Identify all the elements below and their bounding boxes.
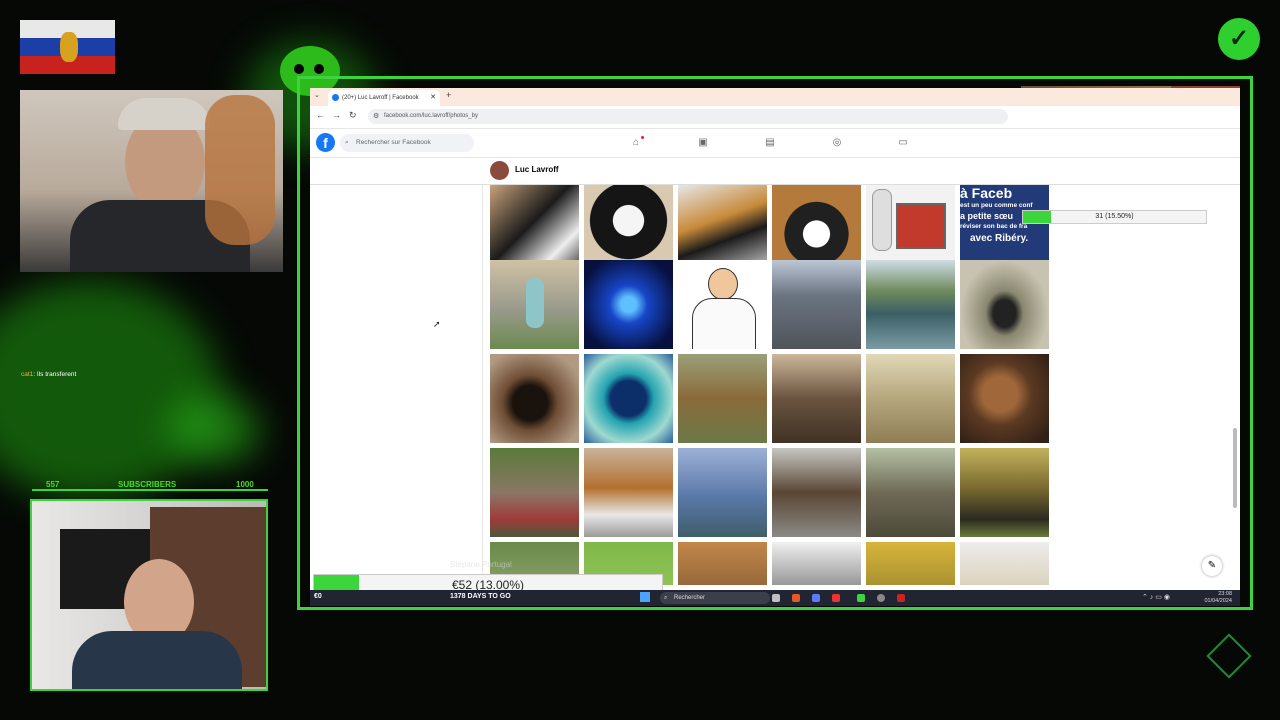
system-tray-icons[interactable]: ⌃ ♪ ▭ ◉ bbox=[1142, 593, 1170, 601]
app-icon-1[interactable] bbox=[812, 594, 820, 602]
photo-bear-wolf[interactable] bbox=[960, 448, 1049, 537]
clock-time: 23:08 bbox=[1218, 591, 1232, 597]
taskbar-search-label: Rechercher bbox=[674, 595, 706, 601]
photo-dog-jumping[interactable] bbox=[678, 354, 767, 443]
photo-bird-nest[interactable] bbox=[866, 354, 955, 443]
webcam-top-left bbox=[20, 90, 283, 272]
clock-date: 01/04/2024 bbox=[1204, 598, 1232, 604]
tab-bar: ⌄ (20+) Luc Lavroff | Facebook ✕ + bbox=[310, 88, 1240, 106]
new-tab-button[interactable]: + bbox=[446, 90, 451, 100]
search-icon: ⌕ bbox=[345, 139, 349, 146]
groups-icon[interactable]: ◎ bbox=[831, 137, 843, 149]
donation-days-left: 1378 DAYS TO GO bbox=[450, 593, 511, 600]
windows-start-icon[interactable] bbox=[640, 592, 650, 602]
webcam-bottom-left bbox=[30, 499, 268, 691]
notification-dot-icon bbox=[641, 136, 644, 139]
viewer-goal-progress: 31 (15.50%) bbox=[1022, 210, 1207, 224]
file-explorer-icon[interactable] bbox=[772, 594, 780, 602]
gaming-icon[interactable]: ▭ bbox=[897, 137, 909, 149]
photo-cartoon-man[interactable] bbox=[678, 260, 767, 349]
url-field[interactable]: ⚙ facebook.com/luc.lavroff/photos_by bbox=[368, 109, 1008, 124]
photo-woman-walking[interactable] bbox=[490, 260, 579, 349]
photo-bird-turtle[interactable] bbox=[678, 448, 767, 537]
photo-sinkhole[interactable] bbox=[490, 354, 579, 443]
meme-line-3: a petite sœu bbox=[960, 211, 1014, 221]
taskbar-search-icon: ⌕ bbox=[664, 595, 668, 601]
subs-current: 557 bbox=[46, 480, 60, 489]
green-splash-left bbox=[0, 280, 220, 500]
photo-parliament-building[interactable] bbox=[772, 260, 861, 349]
taskbar-search[interactable]: ⌕ Rechercher bbox=[660, 592, 770, 604]
photo-row5-5[interactable] bbox=[866, 542, 955, 585]
browser-window: ⌄ (20+) Luc Lavroff | Facebook ✕ + ← → ↻… bbox=[310, 88, 1240, 590]
profile-header: Luc Lavroff bbox=[310, 158, 1240, 185]
diamond-logo-icon bbox=[1206, 633, 1252, 679]
video-icon[interactable]: ▣ bbox=[697, 137, 709, 149]
russian-flag bbox=[20, 20, 115, 74]
app-icon-2[interactable] bbox=[832, 594, 840, 602]
edit-icon[interactable]: ✎ bbox=[1202, 556, 1222, 576]
photo-row5-4[interactable] bbox=[772, 542, 861, 585]
brave-browser-icon[interactable] bbox=[792, 594, 800, 602]
photo-tree-animal[interactable] bbox=[866, 448, 955, 537]
address-bar-row: ← → ↻ ⚙ facebook.com/luc.lavroff/photos_… bbox=[310, 106, 1240, 129]
youtube-icon[interactable] bbox=[897, 594, 905, 602]
home-icon[interactable]: ⌂ bbox=[630, 137, 642, 149]
search-placeholder: Rechercher sur Facebook bbox=[356, 139, 431, 146]
photo-sinkhole-aerial[interactable] bbox=[960, 260, 1049, 349]
photo-cat-toilet[interactable] bbox=[584, 448, 673, 537]
photo-row5-6[interactable] bbox=[960, 542, 1049, 585]
back-arrow-icon[interactable]: ← bbox=[316, 110, 325, 120]
photo-row5-3[interactable] bbox=[678, 542, 767, 585]
subs-label: SUBSCRIBERS bbox=[118, 480, 177, 489]
reload-icon[interactable]: ↻ bbox=[349, 110, 357, 121]
facebook-favicon-icon bbox=[332, 94, 339, 101]
mouse-cursor-icon: ➚ bbox=[433, 319, 441, 329]
url-text: facebook.com/luc.lavroff/photos_by bbox=[384, 113, 478, 119]
forward-arrow-icon[interactable]: → bbox=[332, 110, 341, 120]
photo-squirrel[interactable] bbox=[960, 354, 1049, 443]
facebook-search-input[interactable]: ⌕ Rechercher sur Facebook bbox=[340, 134, 474, 152]
viewer-goal-text: 31 (15.50%) bbox=[1095, 213, 1134, 220]
green-splash-mid bbox=[170, 395, 260, 465]
profile-name[interactable]: Luc Lavroff bbox=[515, 165, 559, 174]
verified-check-icon: ✓ bbox=[1218, 18, 1260, 60]
tab-title: (20+) Luc Lavroff | Facebook bbox=[342, 95, 419, 101]
site-info-icon[interactable]: ⚙ bbox=[373, 109, 379, 124]
tab-menu-icon[interactable]: ⌄ bbox=[314, 91, 320, 99]
meme-line-4: réviser son bac de fra bbox=[960, 223, 1028, 230]
photo-blue-hole[interactable] bbox=[584, 354, 673, 443]
donation-goal-start: €0 bbox=[314, 593, 322, 600]
play-icon[interactable] bbox=[857, 594, 865, 602]
page-scrollbar[interactable] bbox=[1233, 428, 1237, 508]
subscriber-goal-bar: 557 SUBSCRIBERS 1000 bbox=[32, 480, 268, 491]
chat-username: cat1 bbox=[21, 371, 34, 378]
photo-moose-dog[interactable] bbox=[772, 448, 861, 537]
clock[interactable]: 23:08 01/04/2024 bbox=[1204, 591, 1232, 605]
photo-grid: à Faceb est un peu comme conf a petite s… bbox=[490, 185, 1050, 585]
meme-line-1: à Faceb bbox=[960, 185, 1013, 201]
photo-lake[interactable] bbox=[866, 260, 955, 349]
donation-watermark: Stépane Portugal bbox=[450, 560, 512, 569]
obs-icon[interactable] bbox=[877, 594, 885, 602]
right-pane: 31 (15.50%) bbox=[1022, 185, 1240, 585]
avatar[interactable] bbox=[490, 161, 509, 180]
windows-taskbar: €0 1378 DAYS TO GO ⌕ Rechercher ⌃ ♪ ▭ ◉ … bbox=[310, 590, 1240, 606]
marketplace-icon[interactable]: ▤ bbox=[764, 137, 776, 149]
left-pane: ➚ bbox=[310, 185, 483, 580]
facebook-logo-icon[interactable]: f bbox=[316, 133, 335, 152]
close-tab-icon[interactable]: ✕ bbox=[430, 90, 436, 106]
meme-line-2: est un peu comme conf bbox=[960, 202, 1033, 209]
chat-text: : Ils transferent bbox=[33, 371, 77, 378]
subs-target: 1000 bbox=[236, 480, 254, 489]
chat-message: cat1: Ils transferent bbox=[21, 371, 76, 378]
facebook-header: f ⌕ Rechercher sur Facebook ⌂ ▣ ▤ ◎ ▭ bbox=[310, 129, 1240, 158]
meme-line-5: avec Ribéry. bbox=[970, 233, 1029, 244]
tab-facebook[interactable]: (20+) Luc Lavroff | Facebook ✕ bbox=[328, 90, 440, 106]
photo-child-birds[interactable] bbox=[490, 448, 579, 537]
photo-birds[interactable] bbox=[772, 354, 861, 443]
photo-xray-spine[interactable] bbox=[584, 260, 673, 349]
